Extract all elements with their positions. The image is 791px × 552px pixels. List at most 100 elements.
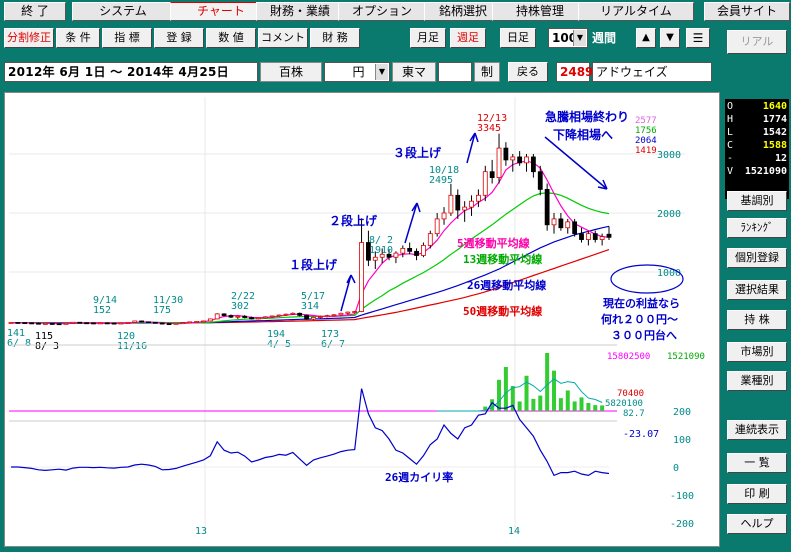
candle-body (22, 322, 28, 325)
candle-body (448, 194, 454, 214)
candle-body (262, 316, 268, 319)
chart-annotation: 何れ２００円～ (601, 312, 678, 326)
candle-body (97, 322, 103, 325)
menu-tab-0[interactable]: 終 了 (4, 2, 66, 21)
candle-body (84, 322, 90, 325)
price-annotation: 2495 (429, 175, 453, 186)
candle-body (228, 315, 234, 318)
sidebar-btn-ranking[interactable]: ﾗﾝｷﾝｸﾞ (727, 218, 787, 238)
currency-value: 円 (352, 65, 365, 79)
ohlc-value: 1521090 (744, 166, 787, 177)
candle-body (283, 313, 289, 316)
candle-body (166, 323, 172, 326)
sidebar-btn-help[interactable]: ヘルプ (727, 514, 787, 534)
price-annotation: 302 (231, 301, 249, 312)
volume-bar (586, 402, 591, 411)
sidebar-btn-by-market[interactable]: 市場別 (727, 342, 787, 362)
kairi-axis-label: 0 (673, 463, 679, 474)
price-annotation: 175 (153, 305, 171, 316)
y-tick-label: 1000 (657, 268, 681, 279)
ohlc-row-2: L 1542 (727, 127, 787, 139)
menu-tab-5[interactable]: 銘柄選択 (424, 2, 502, 21)
date-range-field[interactable]: 2012年 6月 1日 ～ 2014年 4月25日 (4, 62, 258, 82)
menu-tab-3[interactable]: 財務・業績 (256, 2, 344, 21)
condition-button[interactable]: 条 件 (56, 28, 100, 48)
unit-label: 百株 (260, 62, 322, 82)
candle-body (434, 218, 440, 235)
ohlc-row-4: - 12 (727, 153, 787, 165)
system-field[interactable] (438, 62, 472, 82)
scroll-up-button[interactable]: ▲ (636, 28, 656, 48)
indicator-button[interactable]: 指 標 (102, 28, 152, 48)
sidebar-btn-holdings[interactable]: 持 株 (727, 310, 787, 330)
chevron-down-icon[interactable]: ▼ (375, 64, 388, 80)
menu-tab-4[interactable]: オプション (338, 2, 426, 21)
candle-body (551, 218, 557, 226)
sidebar-btn-selection-results[interactable]: 選択結果 (727, 280, 787, 300)
candle-body (331, 314, 337, 317)
candle-body (489, 171, 495, 178)
daily-button[interactable]: 日足 (500, 28, 536, 48)
price-chart: 30002000100013 1425771756206414191416/ 81… (7, 97, 705, 537)
period-count-select[interactable]: 100 ▼ (548, 28, 588, 48)
menu-tab-1[interactable]: システム (72, 2, 174, 21)
candle-body (63, 322, 69, 325)
x-tick-label: 13 (195, 526, 207, 537)
candle-body (324, 315, 330, 318)
sidebar-btn-print[interactable]: 印 刷 (727, 484, 787, 504)
candle-body (180, 322, 186, 325)
split-adjust-button[interactable]: 分割修正 (4, 28, 54, 48)
real-button[interactable]: リアル (727, 30, 787, 54)
candle-body (290, 312, 296, 315)
sidebar-btn-list[interactable]: 一 覧 (727, 453, 787, 473)
list-button[interactable]: ☰ (686, 28, 710, 48)
company-name-field[interactable]: アドウェイズ (592, 62, 712, 82)
menu-icon: ☰ (692, 31, 704, 45)
volume-bar (524, 375, 529, 411)
candle-body (544, 189, 550, 226)
price-annotation: 8/ 3 (35, 341, 59, 352)
candle-body (152, 321, 158, 324)
ohlc-value: 1774 (762, 114, 787, 125)
candle-body (15, 322, 21, 324)
financial-button[interactable]: 財 務 (310, 28, 360, 48)
menu-tab-7[interactable]: リアルタイム (578, 2, 694, 21)
values-button[interactable]: 数 値 (206, 28, 256, 48)
sidebar-btn-trend[interactable]: 基調別 (727, 191, 787, 211)
sidebar-btn-by-industry[interactable]: 業種別 (727, 371, 787, 391)
monthly-button[interactable]: 月足 (410, 28, 446, 48)
chevron-down-icon[interactable]: ▼ (573, 30, 586, 46)
ohlc-value: 1640 (762, 101, 787, 112)
currency-select[interactable]: 円 ▼ (324, 62, 390, 82)
y-tick-label: 2000 (657, 209, 681, 220)
stock-code-field[interactable]: 2489 (556, 62, 593, 82)
menu-tab-8[interactable]: 会員サイト (704, 2, 790, 21)
candle-body (221, 313, 227, 316)
candle-body (159, 322, 165, 325)
sidebar-btn-individual-register[interactable]: 個別登録 (727, 248, 787, 268)
register-button[interactable]: 登 録 (154, 28, 204, 48)
back-button[interactable]: 戻る (508, 62, 548, 82)
market-label: 東マ (392, 62, 436, 82)
x-tick-label: 14 (508, 526, 520, 537)
highlight-ellipse (610, 264, 684, 294)
volume-bar (572, 401, 577, 411)
weekly-button[interactable]: 週足 (450, 28, 486, 48)
candle-body (469, 200, 474, 208)
sidebar-btn-continuous-display[interactable]: 連続表示 (727, 420, 787, 440)
comment-button[interactable]: コメント (258, 28, 308, 48)
price-line-label: 1756 (635, 126, 657, 136)
candle-body (476, 194, 481, 202)
ohlc-row-1: H 1774 (727, 114, 787, 126)
candle-body (441, 212, 447, 220)
volume-bar (545, 353, 550, 411)
system-label: 制 (474, 62, 500, 82)
chart-panel[interactable]: 3000 2000 1000 13 14 2577 1756 2064 1419 141 6/ 81… (4, 92, 720, 547)
ohlc-row-0: O 1640 (727, 101, 787, 113)
candle-body (572, 221, 578, 235)
scroll-down-button[interactable]: ▼ (660, 28, 680, 48)
menu-tab-6[interactable]: 持株管理 (492, 2, 588, 21)
candle-body (311, 317, 316, 320)
volume-bar (538, 395, 543, 411)
chart-annotation: 下降相場へ (553, 127, 613, 142)
